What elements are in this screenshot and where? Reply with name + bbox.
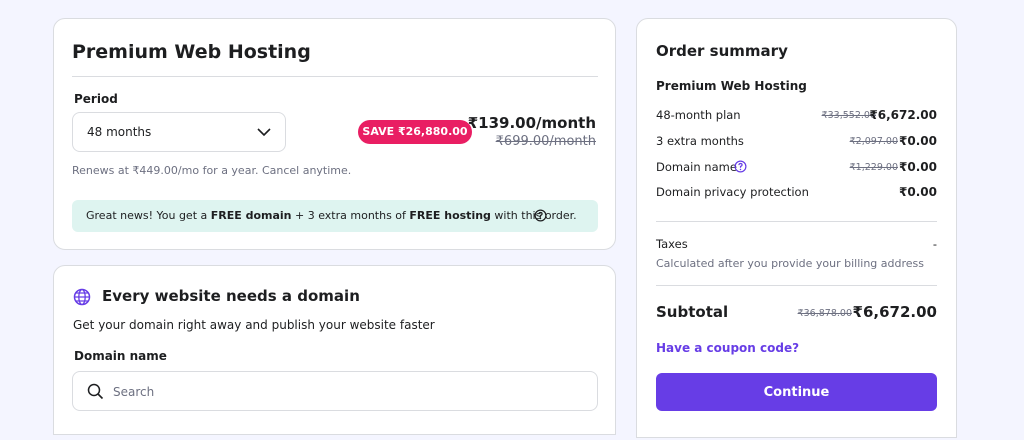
taxes-label: Taxes — [656, 237, 688, 251]
renewal-note: Renews at ₹449.00/mo for a year. Cancel … — [72, 164, 352, 177]
summary-row-old-price: ₹2,097.00 — [849, 136, 898, 147]
domain-card-subtitle: Get your domain right away and publish y… — [73, 318, 435, 332]
taxes-value: - — [932, 237, 937, 251]
old-price: ₹699.00/month — [495, 134, 596, 149]
chevron-down-icon — [257, 128, 271, 137]
summary-row-old-price: ₹33,552.00 — [821, 110, 876, 121]
period-select[interactable]: 48 months — [72, 112, 286, 152]
period-select-value: 48 months — [87, 125, 152, 139]
summary-row-label: 48-month plan — [656, 108, 741, 122]
save-badge: SAVE ₹26,880.00 — [358, 120, 472, 144]
order-summary-title: Order summary — [656, 42, 788, 60]
notice-text-part: Great news! You get a — [86, 209, 211, 222]
globe-icon — [73, 288, 91, 306]
notice-text-part: + 3 extra months of — [291, 209, 410, 222]
price-per-month: ₹139.00/month — [467, 114, 596, 132]
summary-row-label: 3 extra months — [656, 134, 744, 148]
domain-name-label: Domain name — [74, 349, 167, 363]
summary-row-value: ₹6,672.00 — [869, 108, 937, 122]
plan-card: Premium Web Hosting Period 48 months SAV… — [53, 18, 616, 250]
summary-row-label: Domain name — [656, 160, 737, 174]
domain-search-input[interactable] — [113, 382, 573, 402]
plan-title: Premium Web Hosting — [72, 41, 311, 63]
order-summary-card: Order summary Premium Web Hosting 48-mon… — [636, 18, 957, 438]
divider — [656, 285, 937, 286]
notice-free-hosting: FREE hosting — [409, 209, 491, 222]
subtotal-old-price: ₹36,878.00 — [797, 308, 852, 319]
summary-row-value: ₹0.00 — [899, 160, 937, 174]
summary-product-name: Premium Web Hosting — [656, 79, 807, 93]
search-icon — [87, 383, 104, 400]
notice-text: Great news! You get a FREE domain + 3 ex… — [86, 209, 577, 222]
coupon-code-link[interactable]: Have a coupon code? — [656, 341, 799, 355]
domain-card: Every website needs a domain Get your do… — [53, 265, 616, 435]
divider — [72, 76, 598, 77]
period-label: Period — [74, 92, 118, 106]
summary-row-old-price: ₹1,229.00 — [849, 162, 898, 173]
summary-row-value: ₹0.00 — [899, 134, 937, 148]
subtotal-label: Subtotal — [656, 303, 729, 321]
summary-row-value: ₹0.00 — [899, 185, 937, 199]
help-circle-icon[interactable] — [734, 160, 747, 173]
domain-search-box[interactable] — [72, 371, 598, 411]
taxes-note: Calculated after you provide your billin… — [656, 257, 924, 270]
domain-card-title: Every website needs a domain — [102, 287, 360, 305]
subtotal-value: ₹6,672.00 — [852, 303, 937, 321]
summary-row-label: Domain privacy protection — [656, 185, 809, 199]
continue-button[interactable]: Continue — [656, 373, 937, 411]
divider — [656, 221, 937, 222]
free-domain-notice: Great news! You get a FREE domain + 3 ex… — [72, 200, 598, 232]
notice-free-domain: FREE domain — [210, 209, 292, 222]
help-circle-icon[interactable] — [534, 209, 547, 222]
